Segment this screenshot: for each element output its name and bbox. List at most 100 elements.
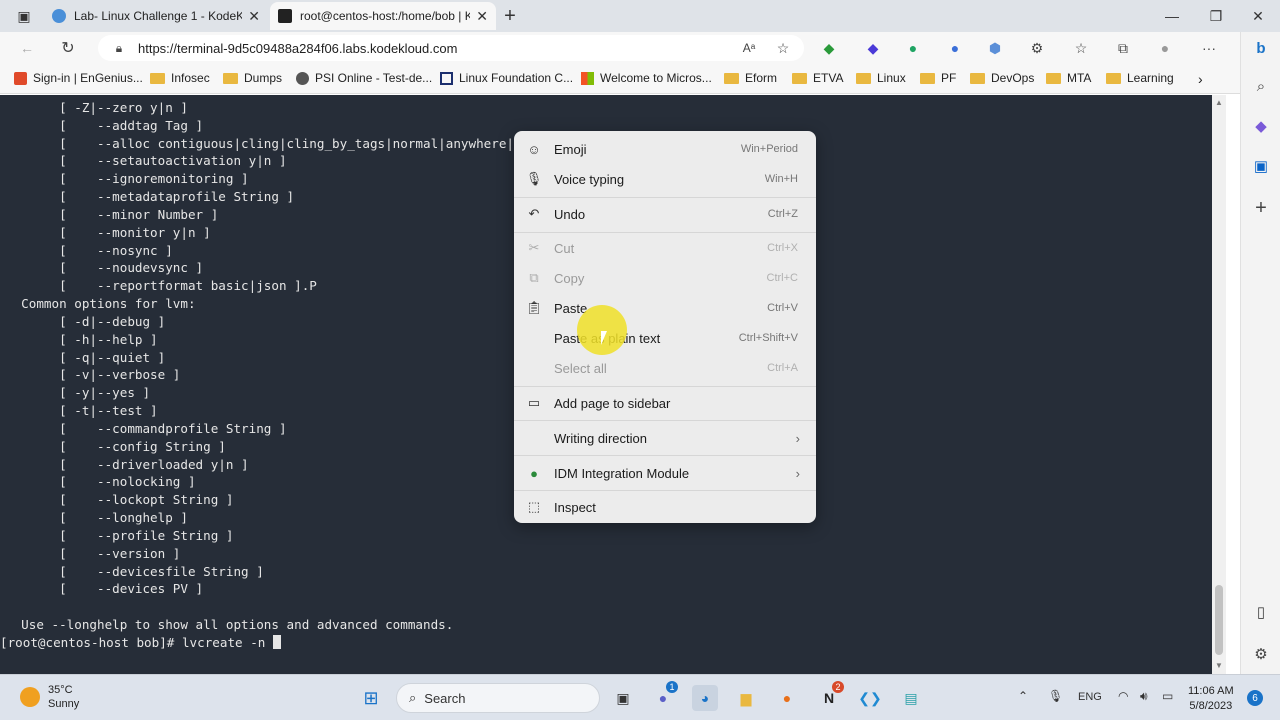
language-indicator[interactable]: ENG — [1078, 691, 1102, 703]
vscode-icon[interactable]: ❮❯ — [857, 685, 883, 711]
battery-icon[interactable]: ▭ — [1162, 689, 1173, 703]
menu-item-writing-direction[interactable]: Writing direction › — [518, 424, 812, 452]
address-bar[interactable]: 🔒︎ https://terminal-9d5c09488a284f06.lab… — [98, 35, 804, 61]
menu-item-paste[interactable]: 📋︎ Paste Ctrl+V — [518, 294, 812, 322]
menu-item-add-to-sidebar[interactable]: ▭ Add page to sidebar — [518, 389, 812, 417]
favorite-item[interactable]: Infosec — [150, 71, 210, 85]
microphone-icon[interactable]: 🎙︎ — [1048, 689, 1063, 703]
read-aloud-icon[interactable]: Aᵃ — [738, 37, 760, 59]
terminal-line: [ -h|--help ] — [6, 331, 158, 347]
extension-icon[interactable]: ◆ — [862, 37, 884, 59]
favorite-item[interactable]: Linux Foundation C... — [440, 71, 573, 85]
outlook-icon[interactable]: ▣ — [1249, 154, 1273, 178]
tab-actions-icon[interactable]: ▣ — [12, 4, 36, 28]
add-favorite-icon[interactable]: ☆ — [772, 37, 794, 59]
scroll-down-icon[interactable]: ▼ — [1215, 661, 1223, 670]
scroll-up-icon[interactable]: ▲ — [1215, 98, 1223, 107]
file-explorer-icon[interactable]: ▆ — [733, 685, 759, 711]
menu-separator — [514, 232, 816, 233]
tray-overflow-icon[interactable]: ⌃ — [1018, 689, 1028, 703]
copy-icon: ⧉ — [529, 270, 539, 285]
terminal-line: [ -t|--test ] — [6, 403, 158, 419]
terminal-line: [ --nosync ] — [6, 242, 173, 258]
terminal-line: [ --driverloaded y|n ] — [6, 456, 249, 472]
terminal-line: [ --alloc contiguous|cling|cling_by_tags… — [6, 135, 514, 151]
tab-lab[interactable]: Lab- Linux Challenge 1 - KodeKl ✕ — [44, 2, 268, 30]
folder-icon — [223, 72, 238, 84]
menu-item-emoji[interactable]: ☺ Emoji Win+Period — [518, 135, 812, 163]
favorite-item[interactable]: Learning — [1106, 71, 1174, 85]
taskbar: 35°C Sunny ⊞ ⌕ Search ▣ ● 1 ◕ ▆ ● N2 ❮❯ ▤… — [0, 674, 1280, 720]
volume-icon[interactable]: 🔊︎ — [1140, 689, 1148, 704]
collections-icon[interactable]: ⧉ — [1112, 37, 1134, 59]
menu-item-cut[interactable]: ✂ Cut Ctrl+X — [518, 234, 812, 262]
add-icon[interactable]: + — [1249, 196, 1273, 220]
scrollbar[interactable]: ▲ ▼ — [1212, 95, 1226, 674]
search-icon[interactable]: ⌕ — [1249, 74, 1273, 98]
idm-icon: ● — [530, 465, 538, 481]
window-close-icon[interactable]: ✕ — [1246, 4, 1270, 28]
start-icon[interactable]: ⊞ — [358, 685, 384, 711]
extension-icon[interactable]: ◆ — [818, 37, 840, 59]
extension-icon[interactable]: ● — [944, 37, 966, 59]
notification-badge[interactable]: 6 — [1247, 690, 1263, 706]
maximize-icon[interactable]: ❐ — [1204, 4, 1228, 28]
folder-icon — [150, 72, 165, 84]
clock[interactable]: 11:06 AM 5/8/2023 — [1188, 684, 1234, 714]
menu-item-inspect[interactable]: ⬚ Inspect — [518, 493, 812, 521]
notion-icon[interactable]: N2 — [816, 681, 844, 711]
firefox-icon[interactable]: ● — [774, 685, 800, 711]
menu-item-idm[interactable]: ● IDM Integration Module › — [518, 459, 812, 487]
edge-icon[interactable]: ◕ — [692, 685, 718, 711]
taskbar-search[interactable]: ⌕ Search — [396, 683, 600, 713]
settings-icon[interactable]: ⚙ — [1249, 642, 1273, 666]
context-menu: ☺ Emoji Win+Period 🎙︎ Voice typing Win+H… — [514, 131, 816, 523]
task-view-icon[interactable]: ▣ — [610, 685, 636, 711]
favorites-icon[interactable]: ☆ — [1070, 37, 1092, 59]
wifi-icon[interactable]: ◠ — [1118, 689, 1128, 703]
favorite-item[interactable]: Eform — [724, 71, 777, 85]
menu-item-paste-plain[interactable]: Paste as plain text Ctrl+Shift+V — [518, 324, 812, 352]
menu-separator — [514, 386, 816, 387]
new-tab-icon[interactable]: + — [498, 4, 522, 28]
weather-widget[interactable]: 35°C Sunny — [20, 683, 79, 711]
favorite-item[interactable]: Linux — [856, 71, 906, 85]
refresh-icon[interactable]: ↻ — [57, 37, 79, 59]
terminal-favicon-icon — [278, 9, 292, 23]
menu-item-copy[interactable]: ⧉ Copy Ctrl+C — [518, 264, 812, 292]
favorite-item[interactable]: PSI Online - Test-de... — [296, 71, 432, 85]
terminal-line: [ --profile String ] — [6, 527, 234, 543]
folder-icon — [920, 72, 935, 84]
sidebar-toggle-icon[interactable]: ▯ — [1249, 600, 1273, 624]
terminal-line: [ --longhelp ] — [6, 510, 188, 526]
menu-item-undo[interactable]: ↶ Undo Ctrl+Z — [518, 200, 812, 228]
grammarly-icon[interactable]: ● — [902, 37, 924, 59]
favorite-item[interactable]: DevOps — [970, 71, 1034, 85]
terminal-line: [ --config String ] — [6, 438, 226, 454]
profile-avatar-icon[interactable]: ● — [1154, 37, 1176, 59]
minimize-icon[interactable]: — — [1160, 4, 1184, 28]
favorite-item[interactable]: PF — [920, 71, 956, 85]
scrollbar-thumb[interactable] — [1215, 585, 1223, 655]
favorite-item[interactable]: MTA — [1046, 71, 1091, 85]
extensions-icon[interactable]: ⚙ — [1026, 37, 1048, 59]
terminal-line: [ --devices PV ] — [6, 581, 204, 597]
menu-item-select-all[interactable]: Select all Ctrl+A — [518, 354, 812, 382]
extension-icon[interactable]: ⬢ — [984, 37, 1006, 59]
favorite-item[interactable]: ETVA — [792, 71, 843, 85]
favorite-item[interactable]: Sign-in | EnGenius... — [14, 71, 143, 85]
tab-terminal[interactable]: root@centos-host:/home/bob | K ✕ — [270, 2, 496, 30]
terminal-cursor — [272, 634, 281, 649]
back-icon[interactable]: ← — [16, 37, 38, 59]
favorite-item[interactable]: Welcome to Micros... — [581, 71, 712, 85]
favorite-item[interactable]: Dumps — [223, 71, 282, 85]
more-icon[interactable]: ··· — [1198, 37, 1220, 59]
teams-icon[interactable]: ● 1 — [650, 681, 678, 711]
bing-icon[interactable]: b — [1249, 36, 1273, 60]
close-icon[interactable]: ✕ — [248, 8, 260, 25]
menu-item-voice-typing[interactable]: 🎙︎ Voice typing Win+H — [518, 165, 812, 193]
favorites-overflow-icon[interactable]: › — [1198, 71, 1203, 87]
shopping-icon[interactable]: ◆ — [1249, 114, 1273, 138]
close-icon[interactable]: ✕ — [476, 8, 488, 25]
notepad-icon[interactable]: ▤ — [898, 685, 924, 711]
